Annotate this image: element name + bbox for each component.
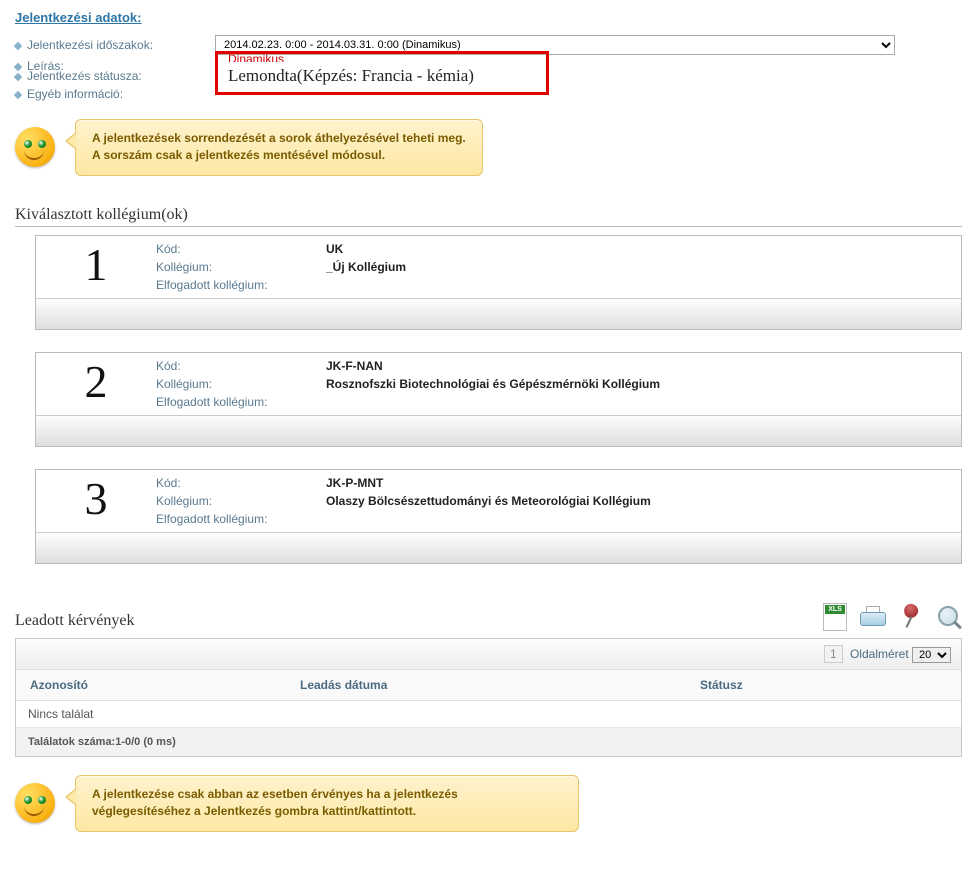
pagesize-select[interactable]: 20 (912, 647, 951, 663)
tip-row-1: A jelentkezések sorrendezését a sorok át… (15, 119, 962, 176)
tip1-line1: A jelentkezések sorrendezését a sorok át… (92, 131, 466, 145)
accepted-label: Elfogadott kollégium: (156, 278, 326, 292)
tip-row-2: A jelentkezése csak abban az esetben érv… (15, 775, 962, 832)
toolbar (822, 604, 962, 630)
college-bottom-bar (36, 415, 961, 446)
college-label: Kollégium: (156, 494, 326, 508)
requests-title: Leadott kérvények (15, 612, 135, 630)
college-number: 3 (36, 476, 156, 530)
college-item[interactable]: 1 Kód:UK Kollégium:_Új Kollégium Elfogad… (35, 235, 962, 330)
college-item[interactable]: 2 Kód:JK-F-NAN Kollégium:Rosznofszki Bio… (35, 352, 962, 447)
print-icon[interactable] (860, 604, 886, 630)
page-number[interactable]: 1 (824, 645, 843, 663)
college-label: Kollégium: (156, 377, 326, 391)
code-value: JK-F-NAN (326, 359, 383, 373)
college-item[interactable]: 3 Kód:JK-P-MNT Kollégium:Olaszy Bölcsész… (35, 469, 962, 564)
college-value: Rosznofszki Biotechnológiai és Gépészmér… (326, 377, 660, 391)
other-label: Egyéb információ: (27, 87, 123, 101)
colleges-heading: Kiválasztott kollégium(ok) (15, 206, 962, 227)
college-value: _Új Kollégium (326, 260, 406, 274)
export-xls-icon[interactable] (822, 604, 848, 630)
grid-pager: 1 Oldalméret 20 (16, 639, 961, 670)
college-bottom-bar (36, 532, 961, 563)
bullet-icon (14, 73, 22, 81)
code-value: UK (326, 242, 343, 256)
col-date[interactable]: Leadás dátuma (300, 678, 700, 692)
status-highlight-box: Dinamikus Lemondta(Képzés: Francia - kém… (215, 51, 549, 95)
smiley-icon (15, 783, 55, 823)
accepted-label: Elfogadott kollégium: (156, 395, 326, 409)
redbox-top-text: Dinamikus (228, 54, 536, 62)
section-title: Jelentkezési adatok: (15, 10, 962, 25)
bullet-icon (14, 91, 22, 99)
period-label: Jelentkezési időszakok: (27, 38, 153, 52)
tip1-line2: A sorszám csak a jelentkezés mentésével … (92, 148, 385, 162)
smiley-icon (15, 127, 55, 167)
tip-bubble: A jelentkezése csak abban az esetben érv… (75, 775, 579, 832)
tip2-line1: A jelentkezése csak abban az esetben érv… (92, 787, 458, 801)
requests-grid: 1 Oldalméret 20 Azonosító Leadás dátuma … (15, 638, 962, 757)
grid-empty-row: Nincs találat (16, 701, 961, 728)
college-label: Kollégium: (156, 260, 326, 274)
tip2-line2: véglegesítéséhez a Jelentkezés gombra ka… (92, 804, 416, 818)
redbox-main-text: Lemondta(Képzés: Francia - kémia) (228, 66, 536, 86)
code-label: Kód: (156, 359, 326, 373)
college-bottom-bar (36, 298, 961, 329)
grid-header-row: Azonosító Leadás dátuma Státusz (16, 670, 961, 701)
pagesize-label: Oldalméret (850, 647, 909, 661)
grid-footer: Találatok száma:1-0/0 (0 ms) (16, 728, 961, 756)
search-icon[interactable] (936, 604, 962, 630)
bullet-icon (14, 42, 22, 50)
college-number: 2 (36, 359, 156, 413)
accepted-label: Elfogadott kollégium: (156, 512, 326, 526)
col-id[interactable]: Azonosító (30, 678, 300, 692)
code-label: Kód: (156, 242, 326, 256)
status-label: Jelentkezés státusza: (27, 69, 142, 83)
pin-icon[interactable] (898, 604, 924, 630)
col-status[interactable]: Státusz (700, 678, 947, 692)
college-number: 1 (36, 242, 156, 296)
college-value: Olaszy Bölcsészettudományi és Meteorológ… (326, 494, 651, 508)
tip-bubble: A jelentkezések sorrendezését a sorok át… (75, 119, 483, 176)
code-value: JK-P-MNT (326, 476, 383, 490)
code-label: Kód: (156, 476, 326, 490)
